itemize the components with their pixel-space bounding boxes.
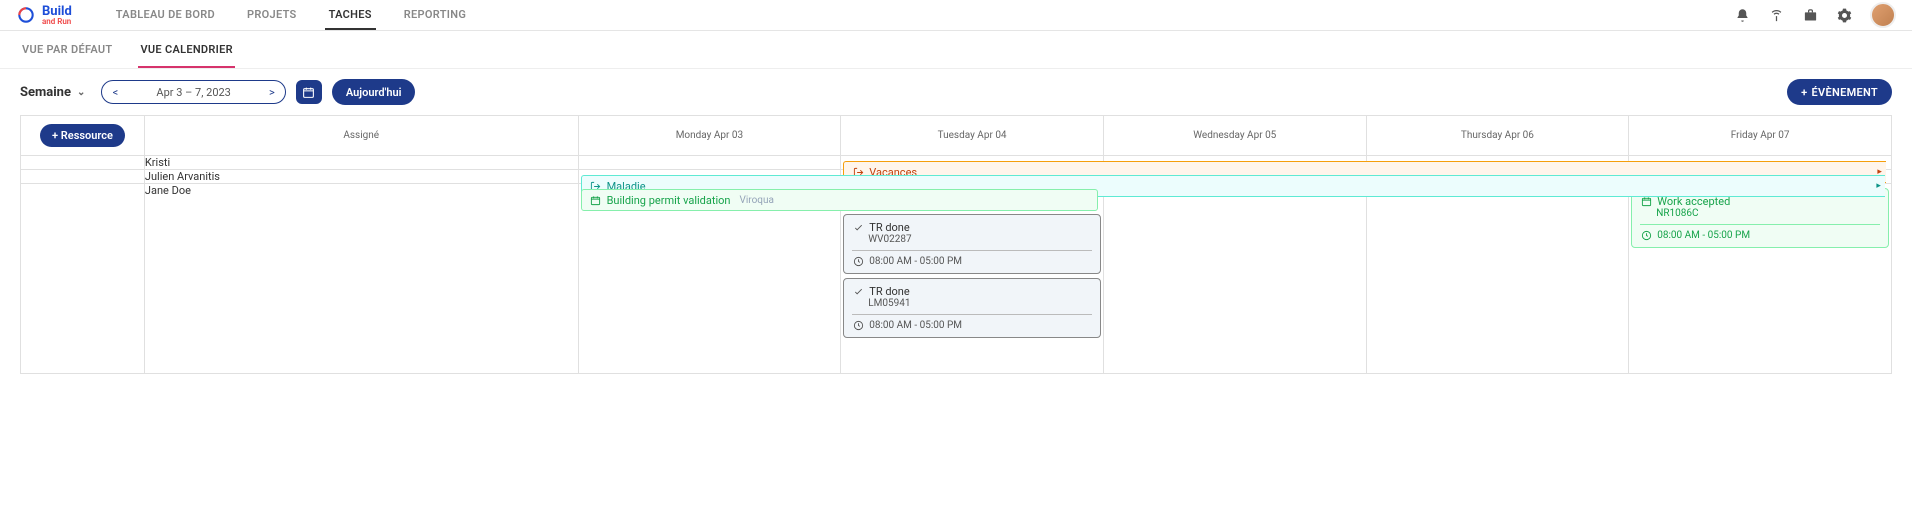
resource-cell[interactable]	[21, 156, 145, 170]
day-cell[interactable]	[1629, 170, 1892, 184]
event-bar-permit[interactable]: Building permit validation Viroqua	[581, 189, 1098, 211]
day-cell[interactable]: Maladie	[578, 170, 841, 184]
table-row: Jane Doe Building permit validation Viro…	[21, 184, 1892, 374]
event-ref: WV02287	[852, 234, 1092, 245]
calendar-grid: + Ressource Assigné Monday Apr 03 Tuesda…	[20, 115, 1892, 374]
clock-icon	[852, 319, 864, 331]
chevron-down-icon: ⌄	[77, 87, 85, 98]
day-cell[interactable]	[1629, 156, 1892, 170]
header-wed: Wednesday Apr 05	[1103, 116, 1366, 156]
header-mon: Monday Apr 03	[578, 116, 841, 156]
nav-dashboard[interactable]: TABLEAU DE BORD	[112, 0, 219, 30]
day-cell[interactable]	[1366, 156, 1629, 170]
assignee-name: Jane Doe	[144, 184, 578, 374]
subtab-default[interactable]: VUE PAR DÉFAUT	[20, 43, 114, 68]
event-location: Viroqua	[739, 195, 773, 206]
logo-text: Build	[42, 5, 72, 18]
view-selector[interactable]: Semaine ⌄	[20, 85, 85, 100]
avatar[interactable]	[1870, 2, 1896, 28]
event-time: 08:00 AM - 05:00 PM	[869, 256, 962, 267]
header-fri: Friday Apr 07	[1629, 116, 1892, 156]
date-range: Apr 3 – 7, 2023	[128, 86, 258, 99]
header-tue: Tuesday Apr 04	[841, 116, 1104, 156]
event-card[interactable]: TR done WV02287 08:00 AM - 05:00 PM	[843, 214, 1101, 274]
app-logo[interactable]: Build and Run	[16, 5, 72, 26]
event-card[interactable]: TR done LM05941 08:00 AM - 05:00 PM	[843, 278, 1101, 338]
day-cell[interactable]	[1103, 184, 1366, 374]
assignee-name: Julien Arvanitis	[144, 170, 578, 184]
calendar-icon	[590, 194, 602, 206]
event-title: TR done	[869, 285, 909, 298]
plus-icon: +	[1801, 86, 1807, 99]
briefcase-icon[interactable]	[1802, 7, 1818, 23]
resource-cell[interactable]	[21, 170, 145, 184]
logo-subtext: and Run	[42, 18, 72, 26]
event-ref: NR1086C	[1640, 208, 1880, 219]
header-resource: + Ressource	[21, 116, 145, 156]
nav-projects[interactable]: PROJETS	[243, 0, 301, 30]
day-cell[interactable]	[1103, 170, 1366, 184]
nav-reporting[interactable]: REPORTING	[400, 0, 470, 30]
day-cell[interactable]: Vacances	[841, 156, 1104, 170]
calendar-icon	[1640, 196, 1652, 208]
event-title: TR done	[869, 221, 909, 234]
subtab-calendar[interactable]: VUE CALENDRIER	[138, 43, 234, 68]
event-label: Building permit validation	[607, 194, 731, 207]
next-week-button[interactable]: >	[259, 81, 285, 103]
logo-icon	[16, 5, 36, 25]
prev-week-button[interactable]: <	[102, 81, 128, 103]
day-cell[interactable]: Work accepted NR1086C 08:00 AM - 05:00 P…	[1629, 184, 1892, 374]
view-label: Semaine	[20, 85, 71, 100]
date-navigator: < Apr 3 – 7, 2023 >	[101, 80, 285, 104]
day-cell[interactable]	[578, 156, 841, 170]
add-resource-button[interactable]: + Ressource	[40, 124, 125, 147]
day-cell[interactable]	[841, 170, 1104, 184]
clock-icon	[852, 255, 864, 267]
header-thu: Thursday Apr 06	[1366, 116, 1629, 156]
day-cell[interactable]: TR done WV02287 08:00 AM - 05:00 PM TR d…	[841, 184, 1104, 374]
day-cell[interactable]	[1103, 156, 1366, 170]
header-assignee: Assigné	[144, 116, 578, 156]
assignee-name: Kristi	[144, 156, 578, 170]
antenna-icon[interactable]	[1768, 7, 1784, 23]
event-time: 08:00 AM - 05:00 PM	[1657, 230, 1750, 241]
event-card[interactable]: Work accepted NR1086C 08:00 AM - 05:00 P…	[1631, 188, 1889, 248]
table-row: Kristi Vacances	[21, 156, 1892, 170]
main-nav: TABLEAU DE BORD PROJETS TACHES REPORTING	[112, 0, 470, 30]
day-cell[interactable]	[1366, 170, 1629, 184]
event-time: 08:00 AM - 05:00 PM	[869, 320, 962, 331]
bell-icon[interactable]	[1734, 7, 1750, 23]
nav-tasks[interactable]: TACHES	[325, 0, 376, 30]
gear-icon[interactable]	[1836, 7, 1852, 23]
add-event-button[interactable]: + ÉVÈNEMENT	[1787, 79, 1892, 105]
resource-cell[interactable]	[21, 184, 145, 374]
day-cell[interactable]	[1366, 184, 1629, 374]
today-button[interactable]: Aujourd'hui	[332, 79, 416, 105]
check-icon	[852, 286, 864, 298]
clock-icon	[1640, 229, 1652, 241]
day-cell[interactable]: Building permit validation Viroqua	[578, 184, 841, 374]
check-icon	[852, 222, 864, 234]
table-row: Julien Arvanitis Maladie	[21, 170, 1892, 184]
event-ref: LM05941	[852, 298, 1092, 309]
add-event-label: ÉVÈNEMENT	[1812, 86, 1878, 99]
calendar-picker-button[interactable]	[296, 80, 322, 104]
